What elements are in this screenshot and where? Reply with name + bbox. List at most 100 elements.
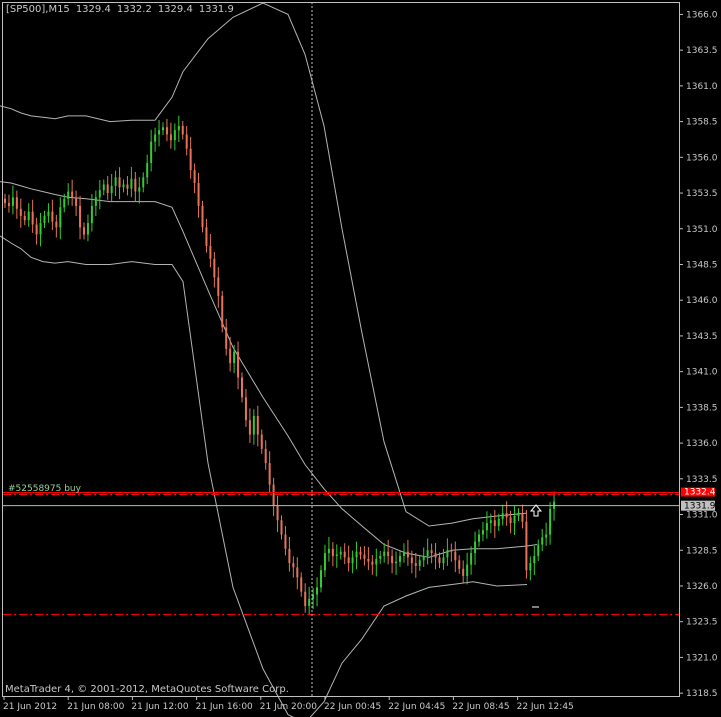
band_lower-line <box>0 235 528 717</box>
candle-body-86 <box>343 551 346 558</box>
candle-body-101 <box>402 551 405 556</box>
candle-body-25 <box>102 184 105 191</box>
candle-body-38 <box>154 134 157 142</box>
candle-body-75 <box>300 577 303 592</box>
candle-body-91 <box>363 554 366 559</box>
candle-body-123 <box>489 520 492 524</box>
candle-body-77 <box>308 598 311 606</box>
candle-body-47 <box>189 148 192 171</box>
candle-body-28 <box>114 177 117 186</box>
candle-body-110 <box>438 557 441 564</box>
candle-body-109 <box>434 553 437 558</box>
candle-body-18 <box>75 197 78 206</box>
candle-body-130 <box>517 513 520 516</box>
time-label-2: 21 Jun 12:00 <box>131 702 188 712</box>
candle-body-81 <box>323 553 326 571</box>
candle-body-116 <box>462 568 465 576</box>
candle-body-61 <box>244 397 247 421</box>
time-label-3: 21 Jun 16:00 <box>196 702 253 712</box>
candle-body-88 <box>351 557 354 564</box>
candle-body-46 <box>185 134 188 149</box>
axes <box>2 2 680 697</box>
order-label[interactable]: #52558975 buy <box>8 484 82 494</box>
candle-body-34 <box>138 187 141 192</box>
candle-body-21 <box>86 223 89 235</box>
candle-body-115 <box>458 560 461 569</box>
candle-body-126 <box>501 513 504 519</box>
candle-body-73 <box>292 563 295 568</box>
candle-body-52 <box>209 245 212 259</box>
candle-body-80 <box>320 570 322 588</box>
price-label-18: 1321.0 <box>686 653 718 663</box>
time-label-1: 21 Jun 08:00 <box>67 702 124 712</box>
symbol-timeframe: [SP500],M15 <box>6 4 70 15</box>
candle-body-33 <box>134 178 137 192</box>
candle-body-4 <box>19 208 22 216</box>
candle-body-122 <box>485 523 488 531</box>
candle-body-92 <box>367 558 370 562</box>
arrow-up-icon <box>529 504 543 517</box>
candle-body-26 <box>106 184 109 194</box>
time-label-7: 22 Jun 08:45 <box>452 702 509 712</box>
candle-body-125 <box>497 518 500 526</box>
ohlc-low: 1329.4 <box>157 4 193 15</box>
candle-body-42 <box>169 134 172 141</box>
candle-body-59 <box>237 351 240 378</box>
candle-body-49 <box>197 183 200 206</box>
candle-body-96 <box>383 551 386 556</box>
candle-body-113 <box>450 550 453 552</box>
price-label-16: 1326.0 <box>686 582 718 592</box>
candle-body-50 <box>201 205 204 228</box>
price-label-5: 1353.5 <box>686 189 718 199</box>
candle-body-98 <box>391 555 394 564</box>
candle-body-72 <box>288 548 291 564</box>
price-label-19: 1318.5 <box>686 689 718 699</box>
candle-body-32 <box>130 178 133 189</box>
candle-body-39 <box>158 130 161 135</box>
price-label-1: 1363.5 <box>686 46 718 56</box>
candle-body-48 <box>193 170 196 184</box>
chart-canvas[interactable]: 1366.0 1363.5 1361.0 1358.5 1356.0 1353.5 1351… <box>0 0 721 717</box>
candle-body-69 <box>276 505 279 521</box>
candle-body-22 <box>90 205 93 224</box>
candle-body-120 <box>478 534 480 542</box>
candle-body-93 <box>371 561 374 565</box>
candle-body-31 <box>126 184 129 189</box>
candle-body-67 <box>268 463 271 485</box>
price-label-17: 1323.5 <box>686 618 718 628</box>
candle-body-30 <box>122 184 125 188</box>
ohlc-open: 1329.4 <box>75 4 111 15</box>
candle-body-58 <box>233 351 236 364</box>
candle-body-65 <box>260 434 263 449</box>
candle-body-134 <box>533 555 536 564</box>
price-label-3: 1358.5 <box>686 118 718 128</box>
bid-price-label: 1331.9 <box>684 502 716 512</box>
price-label-9: 1343.5 <box>686 332 718 342</box>
candle-body-89 <box>355 551 358 558</box>
candle-body-20 <box>83 227 85 235</box>
candle-body-133 <box>529 563 532 571</box>
candle-body-131 <box>521 513 524 522</box>
candle-body-137 <box>545 534 548 538</box>
candle-body-66 <box>264 448 267 464</box>
price-axis: 1366.0 1363.5 1361.0 1358.5 1356.0 1353.5 1351… <box>679 10 718 699</box>
time-axis: 21 Jun 2012 21 Jun 08:00 21 Jun 12:00 21 Ju… <box>3 696 574 712</box>
price-label-6: 1351.0 <box>686 225 718 235</box>
candle-body-132 <box>525 521 528 571</box>
price-label-7: 1348.5 <box>686 260 718 270</box>
candle-body-14 <box>59 207 62 228</box>
candle-body-23 <box>94 197 97 206</box>
chart-window[interactable]: 1366.0 1363.5 1361.0 1358.5 1356.0 1353.5 1351… <box>0 0 721 717</box>
candle-body-136 <box>541 537 544 545</box>
candle-body-114 <box>454 551 457 561</box>
candle-body-103 <box>410 557 413 564</box>
price-label-0: 1366.0 <box>686 10 718 20</box>
candle-body-3 <box>15 197 18 209</box>
time-label-4: 21 Jun 20:00 <box>260 702 317 712</box>
ask-price-label: 1332.4 <box>684 488 716 498</box>
candle-body-40 <box>162 127 164 131</box>
candle-body-129 <box>513 515 516 524</box>
candle-body-79 <box>316 587 319 595</box>
candle-body-68 <box>272 484 275 506</box>
candle-body-13 <box>55 221 58 228</box>
